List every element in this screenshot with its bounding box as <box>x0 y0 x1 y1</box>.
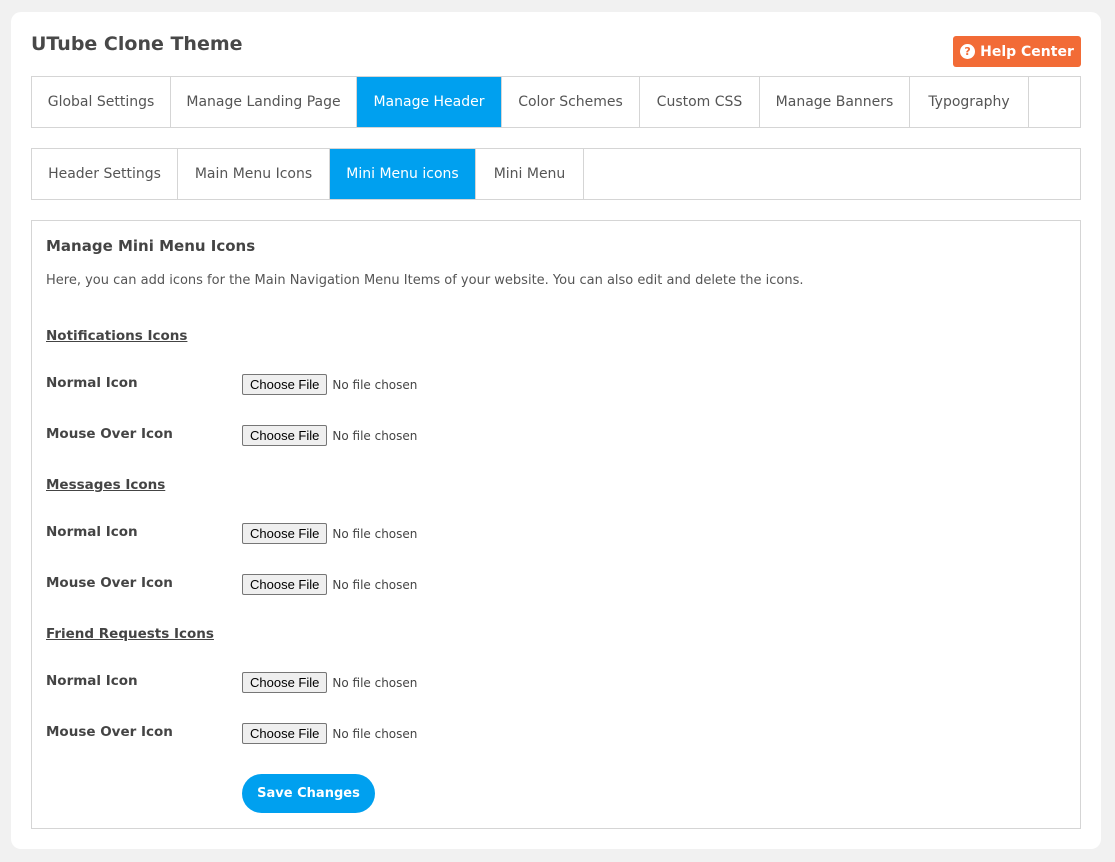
panel-description: Here, you can add icons for the Main Nav… <box>46 273 804 288</box>
file-status: No file chosen <box>332 526 418 541</box>
section-heading-friend-requests: Friend Requests Icons <box>46 626 214 642</box>
tab-custom-css[interactable]: Custom CSS <box>640 77 760 127</box>
tab-manage-header[interactable]: Manage Header <box>357 77 502 127</box>
notifications-normal-icon-file-input[interactable]: Choose File No file chosen <box>242 374 417 395</box>
tab-manage-banners[interactable]: Manage Banners <box>760 77 910 127</box>
tab-global-settings[interactable]: Global Settings <box>32 77 171 127</box>
file-status: No file chosen <box>332 726 418 741</box>
help-center-label: Help Center <box>980 43 1074 60</box>
mini-menu-icons-panel: Manage Mini Menu Icons Here, you can add… <box>31 220 1081 829</box>
tab-main-menu-icons[interactable]: Main Menu Icons <box>178 149 330 199</box>
tab-color-schemes[interactable]: Color Schemes <box>502 77 640 127</box>
choose-file-button[interactable]: Choose File <box>242 672 328 693</box>
field-label: Mouse Over Icon <box>46 724 173 740</box>
choose-file-button[interactable]: Choose File <box>242 574 328 595</box>
panel-title: Manage Mini Menu Icons <box>46 237 256 255</box>
friend-requests-normal-icon-file-input[interactable]: Choose File No file chosen <box>242 672 417 693</box>
sub-tab-bar: Header Settings Main Menu Icons Mini Men… <box>31 148 1081 200</box>
field-label: Mouse Over Icon <box>46 426 173 442</box>
field-label: Normal Icon <box>46 673 138 689</box>
messages-mouse-over-icon-file-input[interactable]: Choose File No file chosen <box>242 574 417 595</box>
field-label: Normal Icon <box>46 375 138 391</box>
tab-header-settings[interactable]: Header Settings <box>32 149 178 199</box>
tab-typography[interactable]: Typography <box>910 77 1029 127</box>
page-title: UTube Clone Theme <box>31 33 243 55</box>
tab-mini-menu-icons[interactable]: Mini Menu icons <box>330 149 476 199</box>
question-circle-icon: ? <box>960 44 976 59</box>
choose-file-button[interactable]: Choose File <box>242 425 328 446</box>
main-tab-bar: Global Settings Manage Landing Page Mana… <box>31 76 1081 128</box>
file-status: No file chosen <box>332 377 418 392</box>
choose-file-button[interactable]: Choose File <box>242 723 328 744</box>
field-label: Normal Icon <box>46 524 138 540</box>
help-center-button[interactable]: ? Help Center <box>953 36 1081 67</box>
section-heading-messages: Messages Icons <box>46 477 166 493</box>
tab-manage-landing-page[interactable]: Manage Landing Page <box>171 77 357 127</box>
choose-file-button[interactable]: Choose File <box>242 523 328 544</box>
save-changes-button[interactable]: Save Changes <box>242 774 375 813</box>
messages-normal-icon-file-input[interactable]: Choose File No file chosen <box>242 523 417 544</box>
file-status: No file chosen <box>332 675 418 690</box>
file-status: No file chosen <box>332 428 418 443</box>
tab-mini-menu[interactable]: Mini Menu <box>476 149 584 199</box>
notifications-mouse-over-icon-file-input[interactable]: Choose File No file chosen <box>242 425 417 446</box>
field-label: Mouse Over Icon <box>46 575 173 591</box>
file-status: No file chosen <box>332 577 418 592</box>
section-heading-notifications: Notifications Icons <box>46 328 188 344</box>
choose-file-button[interactable]: Choose File <box>242 374 328 395</box>
friend-requests-mouse-over-icon-file-input[interactable]: Choose File No file chosen <box>242 723 417 744</box>
